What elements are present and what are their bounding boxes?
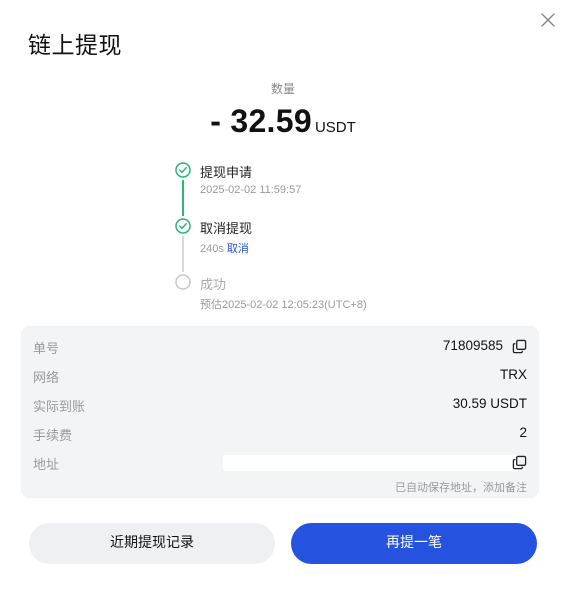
detail-row-address: 地址 <box>33 454 527 474</box>
detail-row-received: 实际到账 30.59 USDT <box>33 396 527 416</box>
detail-row-network: 网络 TRX <box>33 367 527 387</box>
step-countdown: 240s 取消 <box>200 240 249 256</box>
amount-label: 数量 <box>270 82 295 96</box>
copy-icon[interactable] <box>512 455 527 470</box>
countdown-text: 240s <box>200 243 224 255</box>
details-card: 单号 71809585 网络 TRX 实际到账 30.59 USDT 手续费 2… <box>21 326 539 498</box>
empty-circle-icon <box>175 274 191 290</box>
network-label: 网络 <box>33 371 60 386</box>
address-label: 地址 <box>33 458 60 473</box>
detail-row-order: 单号 71809585 <box>33 338 527 358</box>
step-title: 提现申请 <box>200 166 253 181</box>
close-icon[interactable] <box>538 10 558 30</box>
amount-display: - 32.59 USDT <box>0 103 566 140</box>
fee-label: 手续费 <box>33 429 73 444</box>
step-time: 2025-02-02 11:59:57 <box>200 184 302 196</box>
address-redacted <box>223 455 519 471</box>
network-value: TRX <box>500 367 527 382</box>
timeline-connector-done <box>182 180 184 216</box>
cancel-link[interactable]: 取消 <box>227 242 249 255</box>
withdraw-again-button[interactable]: 再提一笔 <box>291 523 537 564</box>
detail-row-fee: 手续费 2 <box>33 425 527 445</box>
history-button[interactable]: 近期提现记录 <box>29 523 275 564</box>
fee-value: 2 <box>519 425 527 440</box>
status-timeline: 提现申请 2025-02-02 11:59:57 取消提现 240s 取消 成功… <box>172 160 472 320</box>
received-value: 30.59 USDT <box>452 396 527 411</box>
dialog-title: 链上提现 <box>28 33 122 59</box>
received-label: 实际到账 <box>33 400 86 415</box>
step-title: 成功 <box>200 278 227 293</box>
step-title: 取消提现 <box>200 222 253 237</box>
amount-value: - 32.59 <box>210 103 312 139</box>
check-circle-icon <box>175 162 191 178</box>
address-note-link[interactable]: 已自动保存地址，添加备注 <box>395 479 527 495</box>
order-value: 71809585 <box>442 338 503 353</box>
step-estimate: 预估2025-02-02 12:05:23(UTC+8) <box>200 299 367 311</box>
copy-icon[interactable] <box>512 339 527 354</box>
check-circle-icon <box>175 218 191 234</box>
timeline-connector-pending <box>182 236 184 272</box>
amount-unit: USDT <box>314 119 356 136</box>
order-label: 单号 <box>33 342 60 357</box>
